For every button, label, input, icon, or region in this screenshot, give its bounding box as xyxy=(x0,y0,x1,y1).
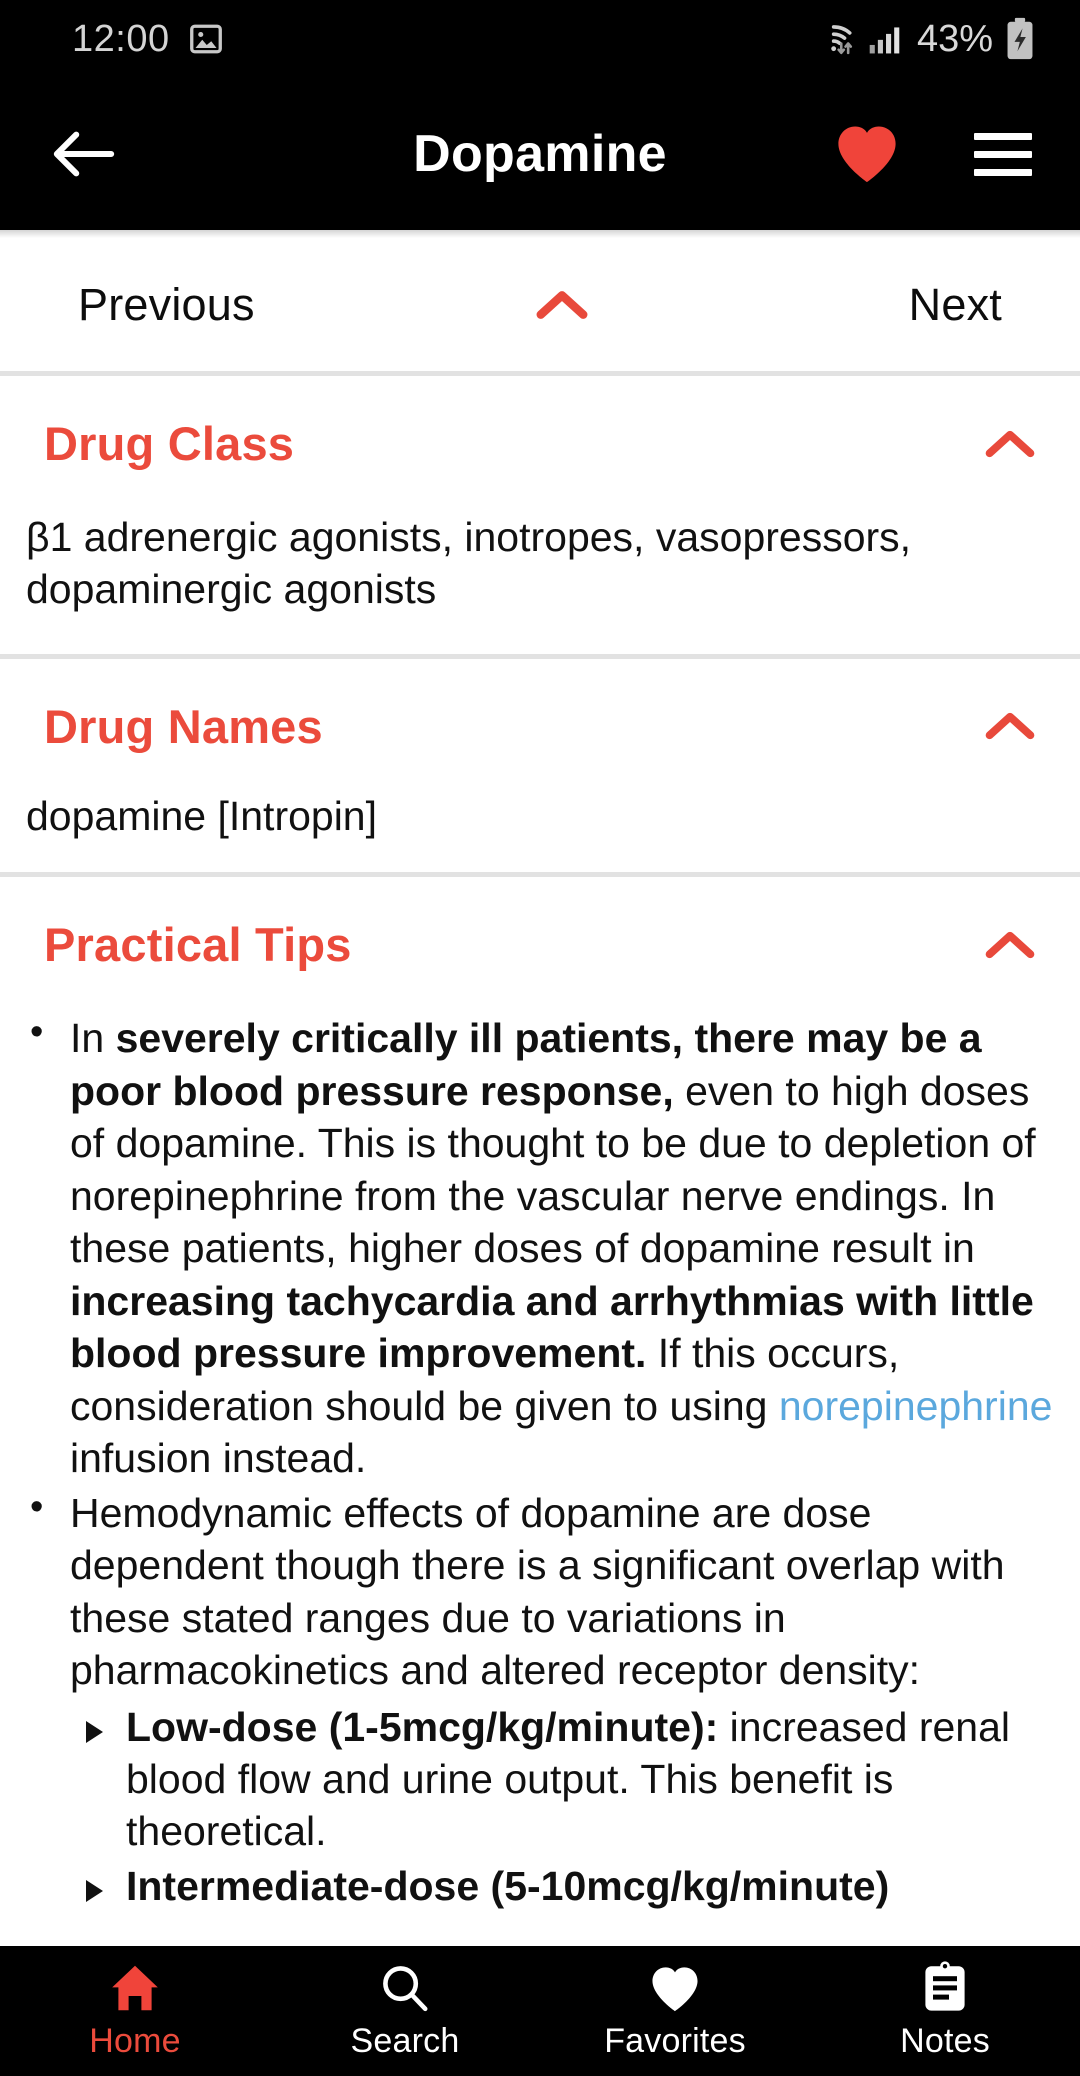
cellular-signal-icon xyxy=(868,22,902,56)
heart-filled-icon xyxy=(834,123,900,185)
back-button[interactable] xyxy=(42,112,126,196)
tip1-part4: infusion instead. xyxy=(70,1435,367,1482)
list-item: Intermediate-dose (5-10mcg/kg/minute) xyxy=(70,1860,1054,1912)
low-dose-label: Low-dose (1-5mcg/kg/minute): xyxy=(126,1703,719,1750)
home-icon xyxy=(109,1961,161,2013)
content-scroll-area[interactable]: Previous Next Drug Class β1 adrenergic a… xyxy=(0,230,1080,1946)
battery-charging-icon xyxy=(1004,17,1036,61)
section-header-practical-tips[interactable]: Practical Tips xyxy=(0,877,1080,994)
menu-button[interactable] xyxy=(962,113,1044,195)
app-bar: Dopamine xyxy=(0,78,1080,230)
status-bar: 12:00 43% xyxy=(0,0,1080,78)
section-title: Practical Tips xyxy=(44,918,352,972)
section-header-drug-class[interactable]: Drug Class xyxy=(0,376,1080,493)
nav-item-search[interactable]: Search xyxy=(270,1961,540,2061)
norepinephrine-link[interactable]: norepinephrine xyxy=(779,1383,1053,1429)
clipboard-notes-icon xyxy=(923,1961,967,2013)
section-body-drug-class: β1 adrenergic agonists, inotropes, vasop… xyxy=(26,514,912,613)
app-screen: 12:00 43% Dopamine Previous Next Drug Cl… xyxy=(0,0,1080,2076)
heart-icon xyxy=(649,1961,701,2013)
section-title: Drug Class xyxy=(44,417,295,470)
chevron-up-icon xyxy=(535,288,589,322)
pager-bar: Previous Next xyxy=(0,238,1080,371)
tips-list: In severely critically ill patients, the… xyxy=(26,1008,1054,1913)
nav-label: Notes xyxy=(900,2022,990,2060)
tip1-part1: In xyxy=(70,1015,116,1062)
search-icon xyxy=(380,1961,430,2013)
status-time: 12:00 xyxy=(72,17,170,60)
nav-item-home[interactable]: Home xyxy=(0,1961,270,2061)
favorite-button[interactable] xyxy=(826,113,908,195)
section-drug-names: Drug Names dopamine [Intropin] xyxy=(0,658,1080,873)
section-body-drug-names: dopamine [Intropin] xyxy=(26,792,378,839)
content-top-shadow xyxy=(0,230,1080,238)
battery-percent-label: 43% xyxy=(916,17,993,60)
nav-item-notes[interactable]: Notes xyxy=(810,1961,1080,2061)
list-item: Low-dose (1-5mcg/kg/minute): increased r… xyxy=(70,1701,1054,1858)
tip2-text: Hemodynamic effects of dopamine are dose… xyxy=(70,1489,1005,1694)
bottom-navigation-bar: Home Search Favorites Notes xyxy=(0,1946,1080,2076)
image-icon xyxy=(188,21,224,57)
collapse-all-button[interactable] xyxy=(255,288,909,322)
list-item: Hemodynamic effects of dopamine are dose… xyxy=(26,1483,1054,1913)
chevron-up-icon[interactable] xyxy=(984,428,1036,460)
status-bar-right: 43% xyxy=(811,17,1036,61)
section-header-drug-names[interactable]: Drug Names xyxy=(0,659,1080,776)
section-body-practical-tips: In severely critically ill patients, the… xyxy=(0,994,1080,1946)
status-bar-left: 12:00 xyxy=(72,18,224,61)
nav-label: Favorites xyxy=(604,2022,746,2060)
section-title: Drug Names xyxy=(44,699,323,753)
chevron-up-icon[interactable] xyxy=(984,929,1036,961)
nav-label: Search xyxy=(350,2022,460,2060)
back-arrow-icon xyxy=(51,126,117,182)
chevron-up-icon[interactable] xyxy=(984,710,1036,742)
nav-item-favorites[interactable]: Favorites xyxy=(540,1961,810,2061)
list-item: In severely critically ill patients, the… xyxy=(26,1008,1054,1484)
app-bar-actions xyxy=(826,113,1044,195)
previous-button[interactable]: Previous xyxy=(78,279,255,331)
section-practical-tips: Practical Tips In severely critically il… xyxy=(0,877,1080,1946)
next-button[interactable]: Next xyxy=(909,279,1002,331)
wifi-icon xyxy=(811,20,857,58)
hamburger-menu-icon xyxy=(974,132,1032,176)
section-drug-class: Drug Class β1 adrenergic agonists, inotr… xyxy=(0,376,1080,654)
dose-sublist: Low-dose (1-5mcg/kg/minute): increased r… xyxy=(70,1701,1054,1913)
intermediate-dose-label: Intermediate-dose (5-10mcg/kg/minute) xyxy=(126,1862,890,1909)
nav-label: Home xyxy=(89,2022,181,2060)
